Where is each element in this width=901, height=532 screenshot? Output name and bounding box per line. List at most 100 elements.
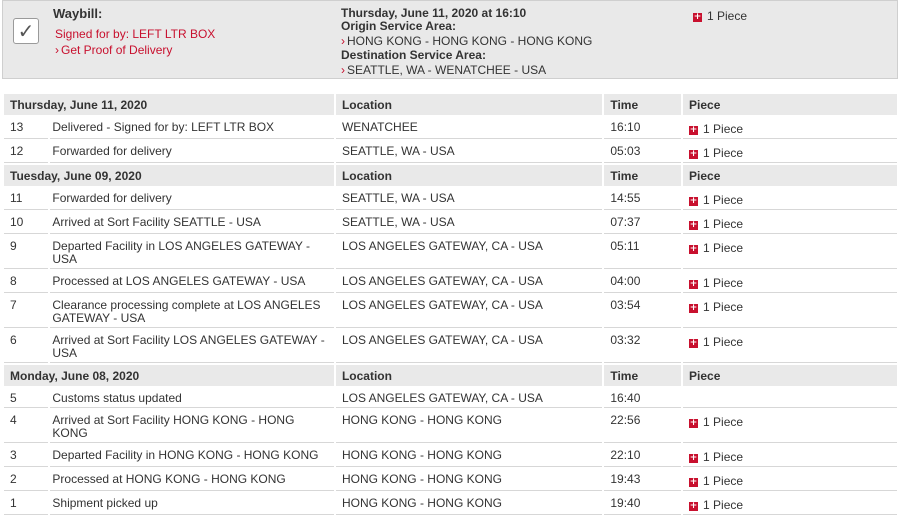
event-description: Departed Facility in HONG KONG - HONG KO… — [50, 445, 334, 467]
event-location: HONG KONG - HONG KONG — [335, 469, 603, 491]
event-piece[interactable]: +1 Piece — [683, 469, 897, 491]
piece-label: 1 Piece — [703, 217, 744, 231]
summary-piece[interactable]: +1 Piece — [693, 9, 747, 23]
piece-label: 1 Piece — [703, 474, 744, 488]
proof-of-delivery-link[interactable]: › Get Proof of Delivery — [55, 43, 172, 57]
event-number: 7 — [4, 295, 49, 328]
plus-expand-icon: + — [689, 149, 699, 159]
delivered-datetime: Thursday, June 11, 2020 at 16:10 — [341, 6, 527, 20]
event-piece[interactable]: +1 Piece — [683, 236, 897, 269]
event-time: 03:54 — [604, 295, 682, 328]
event-number: 2 — [4, 469, 49, 491]
event-time: 04:00 — [604, 271, 682, 293]
waybill-label: Waybill: — [53, 6, 103, 21]
event-time: 22:56 — [604, 410, 682, 443]
event-piece[interactable]: +1 Piece — [683, 271, 897, 293]
event-description: Processed at HONG KONG - HONG KONG — [50, 469, 334, 491]
piece-label: 1 Piece — [703, 193, 744, 207]
event-time: 19:40 — [604, 493, 682, 515]
origin-value: › HONG KONG - HONG KONG - HONG KONG — [341, 34, 592, 48]
plus-expand-icon: + — [689, 279, 699, 289]
event-description: Processed at LOS ANGELES GATEWAY - USA — [50, 271, 334, 293]
plus-expand-icon: + — [689, 196, 699, 206]
event-location: HONG KONG - HONG KONG — [335, 493, 603, 515]
event-time: 16:40 — [604, 388, 682, 408]
piece-label: 1 Piece — [703, 450, 744, 464]
event-number: 1 — [4, 493, 49, 515]
destination-value-text: SEATTLE, WA - WENATCHEE - USA — [347, 63, 547, 77]
column-header-piece: Piece — [683, 165, 897, 186]
plus-expand-icon: + — [689, 303, 699, 313]
event-location: WENATCHEE — [335, 117, 603, 139]
event-piece[interactable]: +1 Piece — [683, 445, 897, 467]
table-row: 6 Arrived at Sort Facility LOS ANGELES G… — [4, 330, 897, 363]
event-description: Forwarded for delivery — [50, 188, 334, 210]
plus-expand-icon: + — [689, 418, 699, 428]
event-description: Forwarded for delivery — [50, 141, 334, 163]
event-piece[interactable]: +1 Piece — [683, 188, 897, 210]
checkbox-checked-icon: ✓ — [13, 18, 39, 44]
event-description: Customs status updated — [50, 388, 334, 408]
event-description: Clearance processing complete at LOS ANG… — [50, 295, 334, 328]
destination-label: Destination Service Area: — [341, 48, 486, 62]
event-location: LOS ANGELES GATEWAY, CA - USA — [335, 388, 603, 408]
event-description: Delivered - Signed for by: LEFT LTR BOX — [50, 117, 334, 139]
plus-expand-icon: + — [693, 12, 702, 22]
event-number: 11 — [4, 188, 49, 210]
event-location: LOS ANGELES GATEWAY, CA - USA — [335, 330, 603, 363]
piece-label: 1 Piece — [703, 415, 744, 429]
event-location: HONG KONG - HONG KONG — [335, 410, 603, 443]
event-piece[interactable]: +1 Piece — [683, 330, 897, 363]
table-row: 3 Departed Facility in HONG KONG - HONG … — [4, 445, 897, 467]
event-piece[interactable]: +1 Piece — [683, 295, 897, 328]
event-number: 4 — [4, 410, 49, 443]
origin-label: Origin Service Area: — [341, 19, 456, 33]
event-description: Departed Facility in LOS ANGELES GATEWAY… — [50, 236, 334, 269]
plus-expand-icon: + — [689, 244, 699, 254]
plus-expand-icon: + — [689, 453, 699, 463]
column-header-time: Time — [604, 94, 682, 115]
group-date: Thursday, June 11, 2020 — [4, 94, 334, 115]
event-time: 19:43 — [604, 469, 682, 491]
event-description: Arrived at Sort Facility SEATTLE - USA — [50, 212, 334, 234]
chevron-right-icon: › — [55, 43, 59, 57]
table-row: 2 Processed at HONG KONG - HONG KONG HON… — [4, 469, 897, 491]
event-location: SEATTLE, WA - USA — [335, 188, 603, 210]
event-number: 13 — [4, 117, 49, 139]
event-number: 5 — [4, 388, 49, 408]
event-piece[interactable]: +1 Piece — [683, 212, 897, 234]
table-row: 7 Clearance processing complete at LOS A… — [4, 295, 897, 328]
event-time: 03:32 — [604, 330, 682, 363]
event-number: 6 — [4, 330, 49, 363]
destination-value: › SEATTLE, WA - WENATCHEE - USA — [341, 63, 546, 77]
event-location: LOS ANGELES GATEWAY, CA - USA — [335, 236, 603, 269]
plus-expand-icon: + — [689, 338, 699, 348]
event-piece[interactable]: +1 Piece — [683, 410, 897, 443]
column-header-piece: Piece — [683, 94, 897, 115]
table-row: 4 Arrived at Sort Facility HONG KONG - H… — [4, 410, 897, 443]
piece-label: 1 Piece — [703, 241, 744, 255]
event-piece[interactable]: +1 Piece — [683, 141, 897, 163]
chevron-right-icon: › — [341, 63, 345, 77]
plus-expand-icon: + — [689, 125, 699, 135]
plus-expand-icon: + — [689, 501, 699, 511]
date-group-header: Monday, June 08, 2020 Location Time Piec… — [4, 365, 897, 386]
chevron-right-icon: › — [341, 34, 345, 48]
date-group-header: Tuesday, June 09, 2020 Location Time Pie… — [4, 165, 897, 186]
piece-label: 1 Piece — [703, 276, 744, 290]
event-location: HONG KONG - HONG KONG — [335, 445, 603, 467]
piece-label: 1 Piece — [703, 122, 744, 136]
event-description: Shipment picked up — [50, 493, 334, 515]
proof-of-delivery-label: Get Proof of Delivery — [61, 43, 173, 57]
event-time: 07:37 — [604, 212, 682, 234]
event-location: LOS ANGELES GATEWAY, CA - USA — [335, 271, 603, 293]
event-piece[interactable]: +1 Piece — [683, 117, 897, 139]
plus-expand-icon: + — [689, 477, 699, 487]
piece-label: 1 Piece — [703, 146, 744, 160]
column-header-location: Location — [335, 94, 603, 115]
event-piece[interactable]: +1 Piece — [683, 493, 897, 515]
column-header-location: Location — [335, 165, 603, 186]
column-header-time: Time — [604, 365, 682, 386]
event-location: SEATTLE, WA - USA — [335, 212, 603, 234]
table-row: 1 Shipment picked up HONG KONG - HONG KO… — [4, 493, 897, 515]
